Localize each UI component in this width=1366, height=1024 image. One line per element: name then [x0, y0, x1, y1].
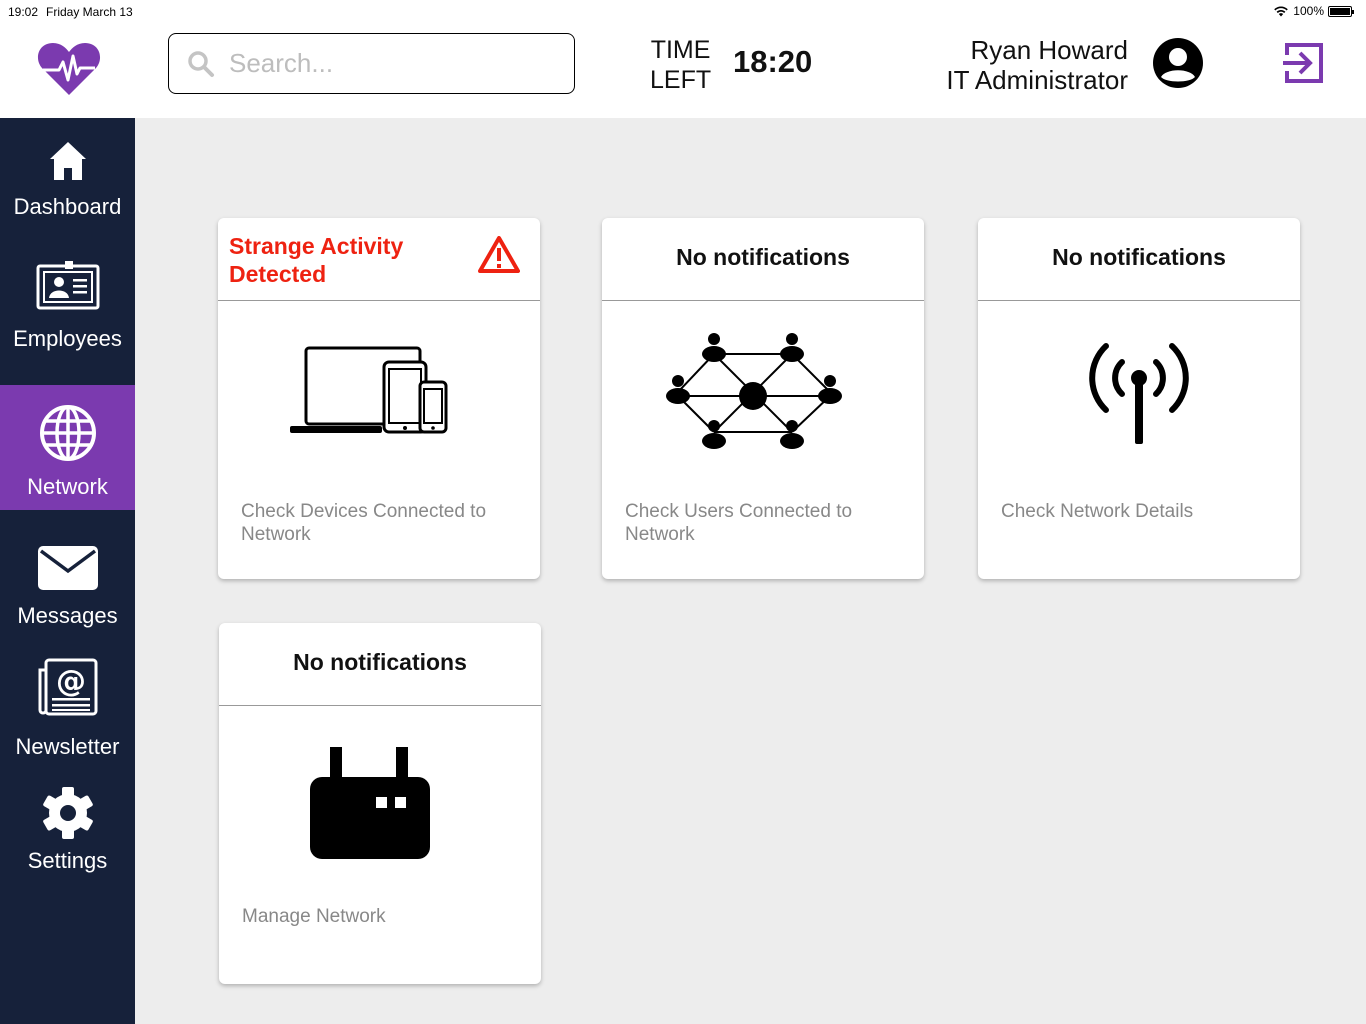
card-manage-network[interactable]: No notifications Manage Network — [219, 623, 541, 984]
search-icon — [188, 50, 214, 77]
logout-icon[interactable] — [1281, 41, 1325, 85]
battery-icon — [1328, 5, 1354, 17]
status-bar: 19:02 Friday March 13 100% — [0, 0, 1366, 24]
envelope-icon — [37, 546, 98, 590]
sidebar-item-label: Dashboard — [13, 194, 122, 219]
card-header: No notifications — [978, 218, 1300, 301]
sidebar-item-settings[interactable]: Settings — [0, 770, 135, 900]
status-right: 100% — [1273, 4, 1354, 18]
status-time: 19:02 — [8, 5, 39, 19]
sidebar-item-network[interactable]: Network — [0, 385, 135, 510]
sidebar-item-label: Settings — [27, 848, 108, 873]
globe-icon — [39, 405, 96, 461]
warning-icon — [478, 236, 520, 273]
card-devices[interactable]: Strange Activity Detected Check Devices … — [218, 218, 540, 579]
router-icon — [310, 747, 430, 859]
status-date: Friday March 13 — [46, 5, 133, 19]
search-input[interactable] — [229, 48, 559, 79]
antenna-icon — [1089, 343, 1189, 444]
svg-text:@: @ — [56, 664, 86, 699]
alert-title-line1: Strange Activity — [229, 233, 404, 259]
card-description: Check Network Details — [1001, 501, 1194, 522]
card-header: No notifications — [602, 218, 924, 301]
sidebar-item-employees[interactable]: Employees — [0, 248, 135, 385]
card-header: No notifications — [219, 623, 541, 706]
heart-pulse-logo-icon[interactable] — [37, 40, 101, 96]
card-description: Check Users Connected to Network — [625, 501, 853, 545]
card-network-details[interactable]: No notifications Check Network Details — [978, 218, 1300, 579]
sidebar-item-newsletter[interactable]: @ Newsletter — [0, 640, 135, 770]
users-network-icon — [666, 333, 842, 449]
search-box[interactable] — [168, 33, 575, 94]
avatar-icon[interactable] — [1152, 37, 1204, 89]
devices-icon — [290, 346, 448, 434]
wifi-icon — [1274, 6, 1289, 17]
time-left-value: 18:20 — [733, 44, 813, 79]
time-left-label-line1: TIME — [650, 36, 711, 64]
card-users[interactable]: No notifications Check Users Connected t… — [602, 218, 924, 579]
card-header: Strange Activity Detected — [218, 218, 540, 301]
user-name: Ryan Howard — [970, 35, 1128, 65]
top-header: TIME LEFT 18:20 Ryan Howard IT Administr… — [0, 24, 1366, 118]
alert-title-line2: Detected — [229, 261, 327, 287]
user-role: IT Administrator — [946, 65, 1128, 95]
card-description: Manage Network — [242, 906, 386, 927]
time-left-label: TIME LEFT — [650, 35, 711, 95]
sidebar-item-label: Messages — [17, 603, 118, 628]
sidebar-item-messages[interactable]: Messages — [0, 510, 135, 640]
gear-icon — [42, 787, 93, 839]
newsletter-icon: @ — [38, 658, 97, 716]
card-header-title: No notifications — [1052, 244, 1226, 270]
card-description: Check Devices Connected to Network — [241, 501, 487, 545]
home-icon — [49, 142, 86, 180]
alert-title: Strange Activity Detected — [229, 232, 403, 288]
card-header-title: No notifications — [293, 649, 467, 675]
sidebar: Dashboard Employees Network Messages @ N… — [0, 118, 135, 1024]
id-card-icon — [36, 261, 99, 310]
sidebar-item-label: Employees — [13, 326, 122, 351]
sidebar-item-label: Network — [27, 474, 108, 499]
sidebar-item-label: Newsletter — [15, 734, 120, 759]
user-info: Ryan Howard IT Administrator — [946, 35, 1128, 95]
time-left-label-line2: LEFT — [650, 66, 712, 94]
battery-percent: 100% — [1293, 4, 1324, 18]
card-header-title: No notifications — [676, 244, 850, 270]
sidebar-item-dashboard[interactable]: Dashboard — [0, 118, 135, 248]
